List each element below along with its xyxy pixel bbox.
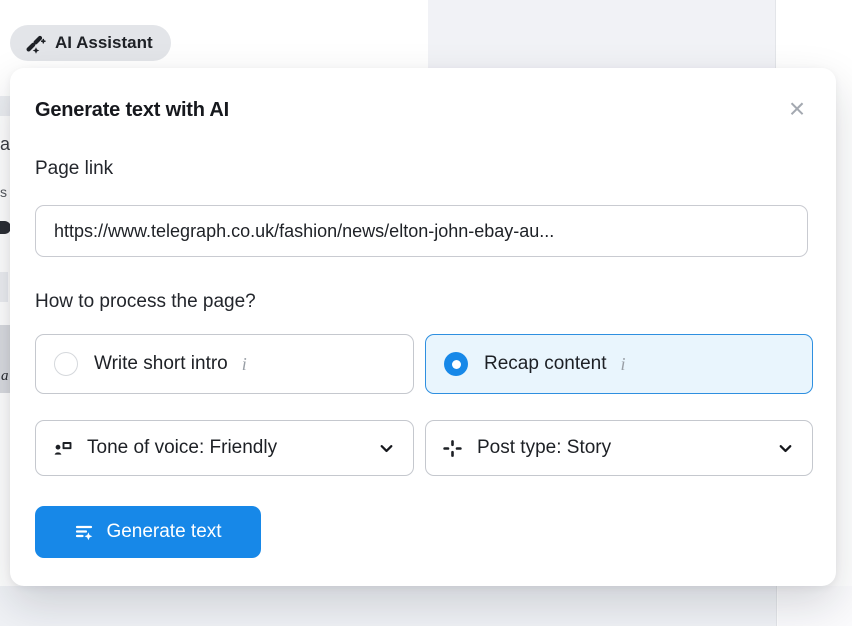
person-speech-bubble-icon: [52, 438, 73, 459]
tone-of-voice-label: Tone of voice: Friendly: [87, 437, 277, 459]
chevron-down-icon: [378, 440, 395, 457]
background-fragment: [0, 96, 10, 116]
info-icon[interactable]: i: [621, 353, 626, 375]
generate-text-button[interactable]: Generate text: [35, 506, 261, 558]
option-label: Recap content: [484, 353, 607, 375]
option-write-short-intro[interactable]: Write short intro i: [35, 334, 414, 394]
post-type-dropdown[interactable]: Post type: Story: [425, 420, 813, 476]
page-link-input[interactable]: [35, 205, 808, 257]
page-link-label: Page link: [35, 158, 113, 180]
ai-assistant-button[interactable]: AI Assistant: [10, 25, 171, 61]
radio-unselected[interactable]: [54, 352, 78, 376]
option-label: Write short intro: [94, 353, 228, 375]
generate-text-label: Generate text: [106, 521, 221, 543]
screen: al s a AI Assistant Generate text with A…: [0, 0, 852, 626]
background-panel-bottom: [0, 586, 777, 626]
background-fragment-text: s: [0, 184, 9, 202]
info-icon[interactable]: i: [242, 353, 247, 375]
radio-selected[interactable]: [444, 352, 468, 376]
background-panel-bottom-right: [778, 586, 852, 626]
background-panel-top: [428, 0, 776, 68]
tone-of-voice-dropdown[interactable]: Tone of voice: Friendly: [35, 420, 414, 476]
close-icon[interactable]: ×: [780, 92, 814, 126]
option-recap-content[interactable]: Recap content i: [425, 334, 813, 394]
background-fragment-text: a: [1, 368, 10, 388]
background-fragment: [0, 272, 8, 302]
dashed-cross-icon: [442, 438, 463, 459]
post-type-label: Post type: Story: [477, 437, 611, 459]
chevron-down-icon: [777, 440, 794, 457]
radio-dot: [452, 360, 461, 369]
modal-title: Generate text with AI: [35, 99, 229, 122]
process-question-label: How to process the page?: [35, 291, 256, 313]
generate-text-modal: Generate text with AI × Page link How to…: [10, 68, 836, 586]
text-lines-sparkle-icon: [74, 522, 95, 543]
ai-pen-sparkle-icon: [24, 32, 46, 54]
ai-assistant-label: AI Assistant: [55, 33, 153, 53]
background-fragment-text: al: [0, 134, 10, 156]
